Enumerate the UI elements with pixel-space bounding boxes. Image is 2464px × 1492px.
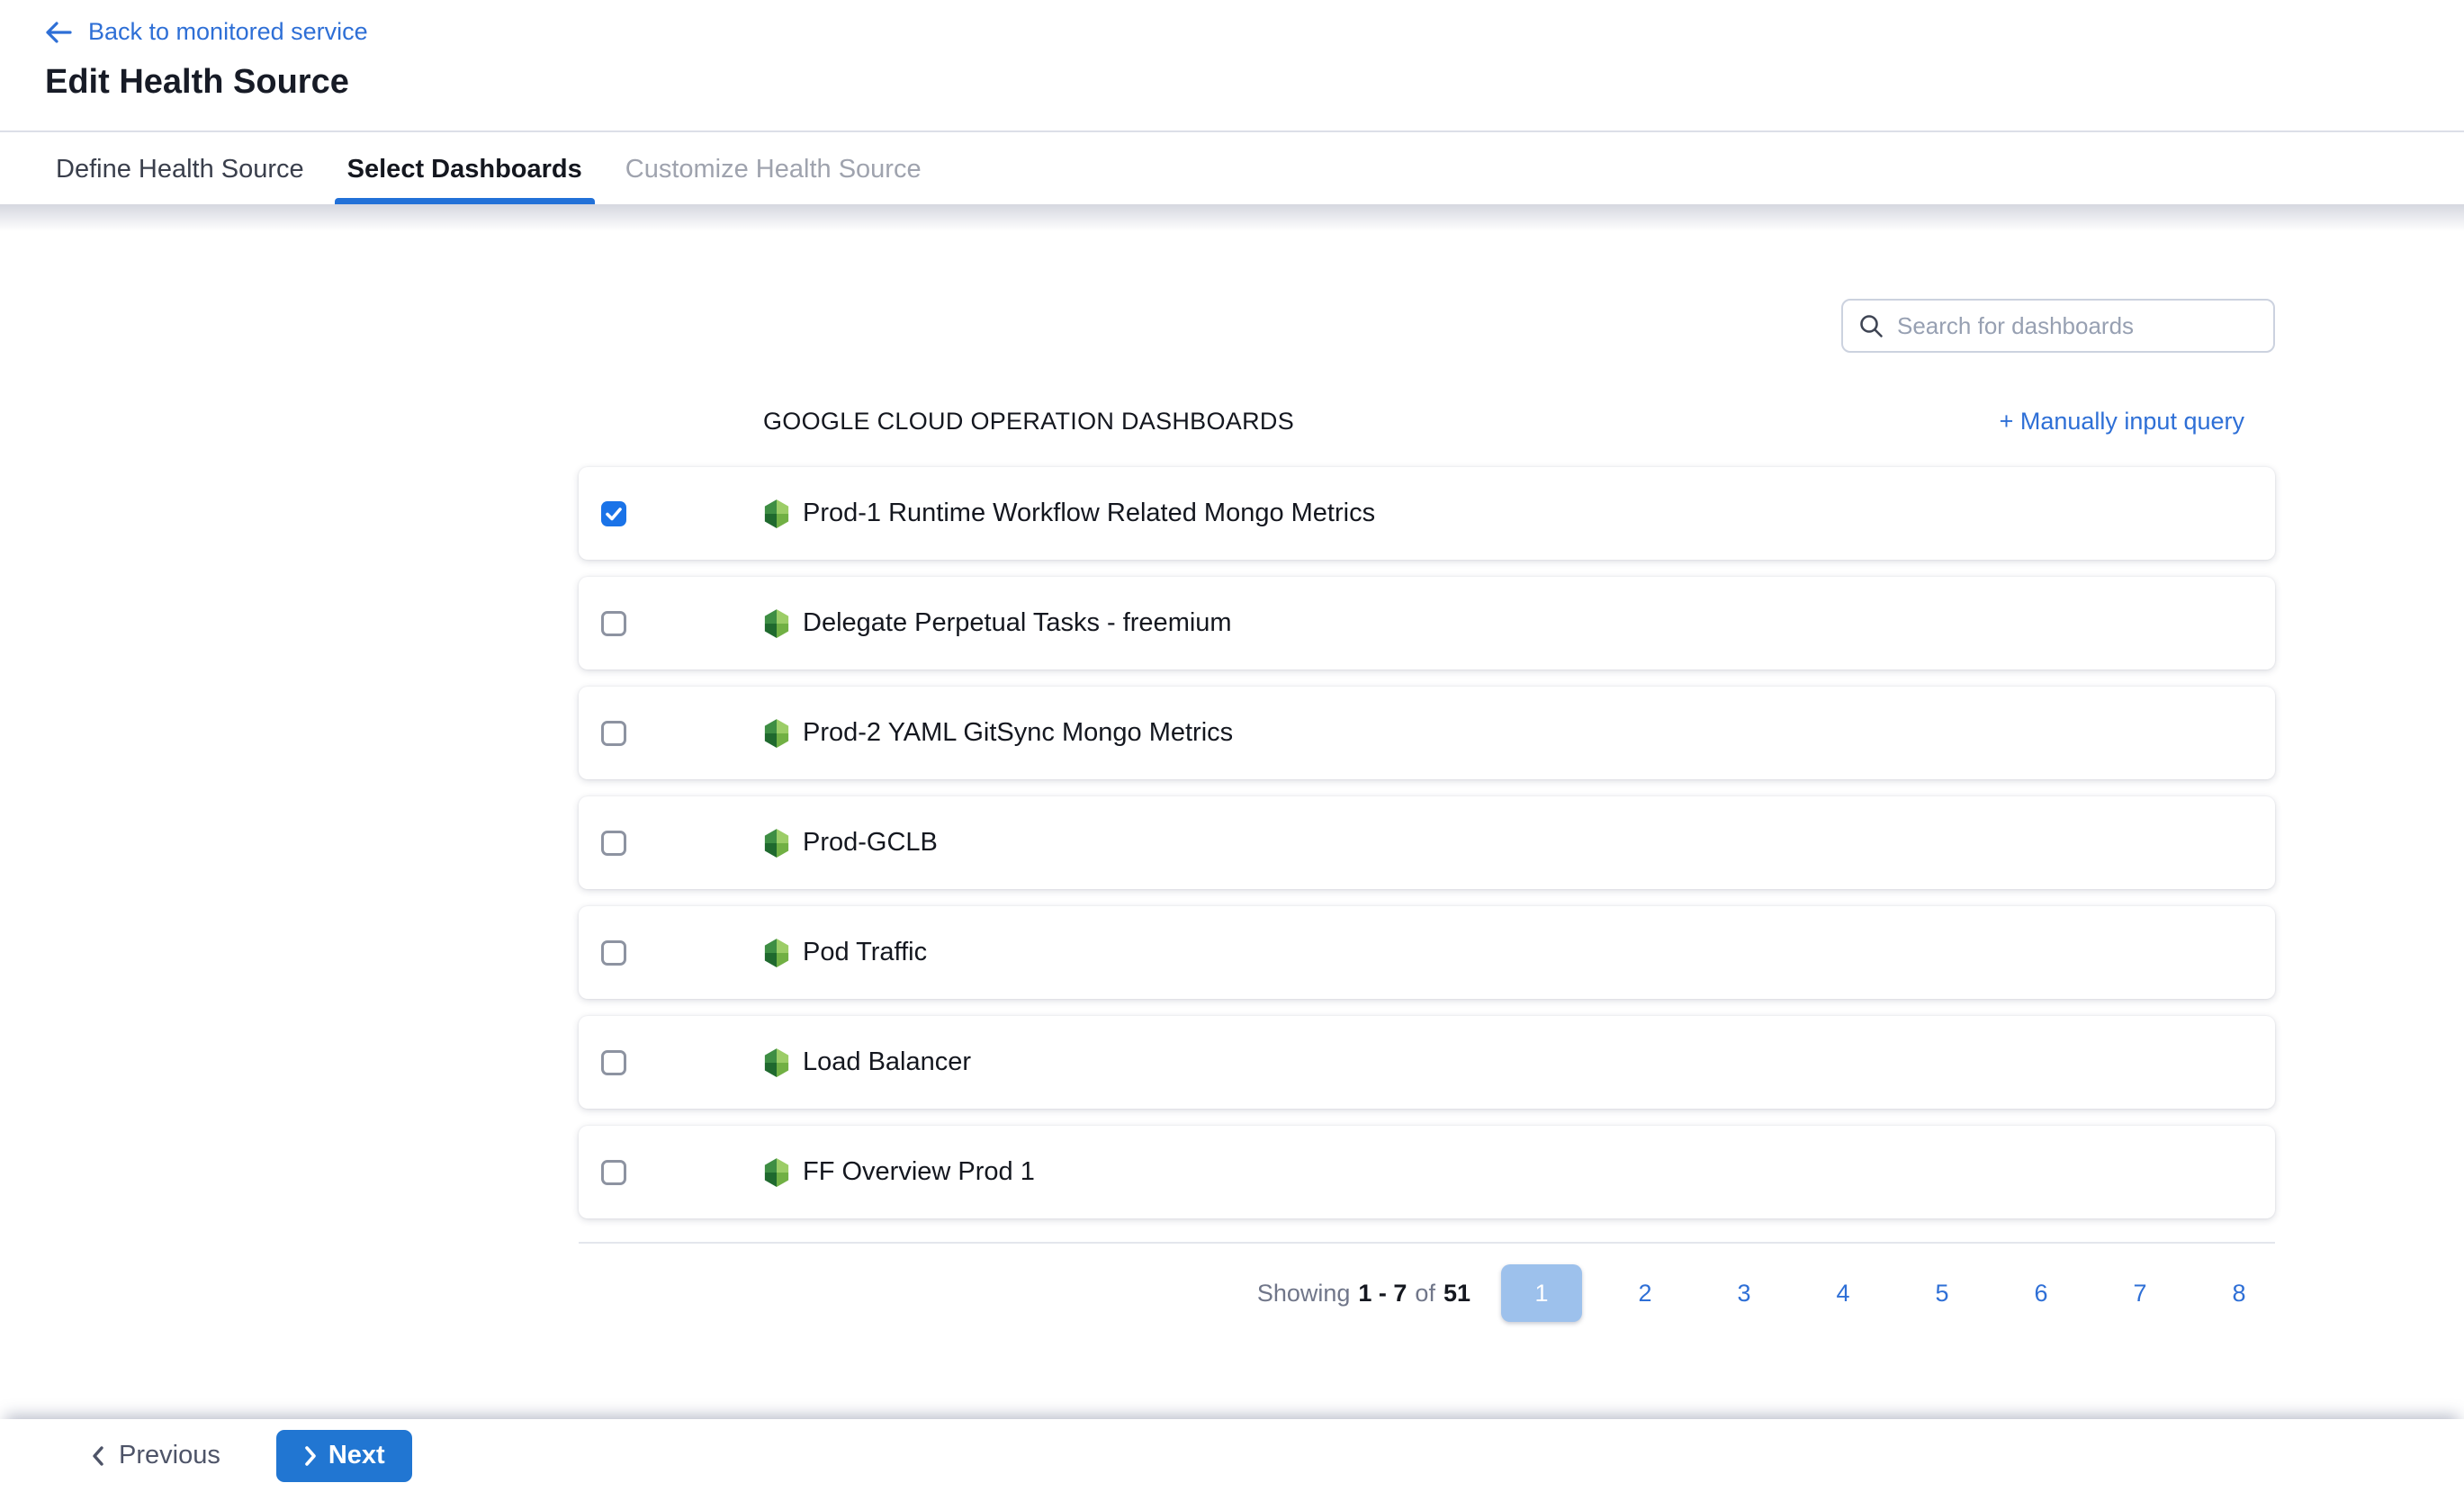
dashboard-hexagon-icon — [763, 828, 790, 858]
page-link-2[interactable]: 2 — [1609, 1280, 1681, 1308]
page-link-4[interactable]: 4 — [1807, 1280, 1879, 1308]
footer-bar: Previous Next — [0, 1419, 2464, 1492]
tab-select-dashboards[interactable]: Select Dashboards — [335, 134, 595, 204]
pagination: Showing 1 - 7 of 51 12345678 — [579, 1263, 2275, 1323]
page-link-1[interactable]: 1 — [1501, 1264, 1582, 1322]
page-link-5[interactable]: 5 — [1906, 1280, 1978, 1308]
tab-define-health-source[interactable]: Define Health Source — [43, 134, 317, 204]
checkbox-unchecked[interactable] — [601, 611, 626, 636]
page-link-8[interactable]: 8 — [2203, 1280, 2275, 1308]
checkbox-checked[interactable] — [601, 501, 626, 526]
tab-bar: Define Health Source Select Dashboards Cus… — [0, 134, 2464, 204]
pagination-summary: Showing 1 - 7 of 51 — [1257, 1280, 1470, 1308]
dashboard-label: FF Overview Prod 1 — [803, 1157, 1035, 1187]
of-label: of — [1415, 1280, 1435, 1308]
next-button[interactable]: Next — [276, 1430, 412, 1482]
section-header-row: GOOGLE CLOUD OPERATION DASHBOARDS + Manu… — [763, 403, 2275, 439]
dashboard-hexagon-icon — [763, 938, 790, 968]
dashboard-row-prod-2-yaml-gitsync-mongo-metrics[interactable]: Prod-2 YAML GitSync Mongo Metrics — [579, 687, 2275, 779]
page-link-3[interactable]: 3 — [1708, 1280, 1780, 1308]
dashboard-row-delegate-perpetual-tasks-freemium[interactable]: Delegate Perpetual Tasks - freemium — [579, 577, 2275, 670]
page: Back to monitored service Edit Health So… — [0, 0, 2464, 1492]
dashboard-label: Load Balancer — [803, 1047, 971, 1077]
dashboard-label: Prod-2 YAML GitSync Mongo Metrics — [803, 718, 1233, 748]
checkbox-unchecked[interactable] — [601, 940, 626, 966]
page-link-7[interactable]: 7 — [2104, 1280, 2176, 1308]
dashboard-hexagon-icon — [763, 1157, 790, 1188]
page-title: Edit Health Source — [45, 63, 349, 102]
page-links: 12345678 — [1501, 1264, 2275, 1322]
dashboard-label: Delegate Perpetual Tasks - freemium — [803, 608, 1232, 638]
showing-range: 1 - 7 — [1358, 1280, 1407, 1308]
dashboard-hexagon-icon — [763, 1047, 790, 1078]
search-icon — [1857, 312, 1884, 339]
showing-label: Showing — [1257, 1280, 1351, 1308]
dashboard-label: Pod Traffic — [803, 938, 927, 967]
checkbox-unchecked[interactable] — [601, 831, 626, 856]
dashboard-hexagon-icon — [763, 608, 790, 639]
chevron-left-icon — [90, 1443, 106, 1469]
page-header: Back to monitored service Edit Health So… — [0, 0, 2464, 132]
back-arrow-icon — [43, 20, 74, 45]
tab-customize-health-source[interactable]: Customize Health Source — [613, 134, 934, 204]
back-to-monitored-service-link[interactable]: Back to monitored service — [43, 18, 368, 46]
checkbox-unchecked[interactable] — [601, 1050, 626, 1075]
dashboard-list: Prod-1 Runtime Workflow Related Mongo Me… — [579, 467, 2275, 1236]
dashboard-label: Prod-GCLB — [803, 828, 938, 858]
dashboard-hexagon-icon — [763, 718, 790, 749]
dashboard-label: Prod-1 Runtime Workflow Related Mongo Me… — [803, 499, 1375, 528]
showing-total: 51 — [1443, 1280, 1470, 1308]
page-link-6[interactable]: 6 — [2005, 1280, 2077, 1308]
next-button-label: Next — [328, 1441, 385, 1470]
dashboard-row-prod-gclb[interactable]: Prod-GCLB — [579, 796, 2275, 889]
section-title: GOOGLE CLOUD OPERATION DASHBOARDS — [763, 408, 1294, 436]
previous-button-label: Previous — [119, 1441, 220, 1470]
dashboard-hexagon-icon — [763, 499, 790, 529]
back-link-label: Back to monitored service — [88, 18, 368, 46]
chevron-right-icon — [303, 1444, 318, 1468]
dashboard-row-load-balancer[interactable]: Load Balancer — [579, 1016, 2275, 1109]
dashboard-row-pod-traffic[interactable]: Pod Traffic — [579, 906, 2275, 999]
search-input[interactable] — [1897, 312, 2259, 340]
dashboard-row-ff-overview-prod-1[interactable]: FF Overview Prod 1 — [579, 1126, 2275, 1218]
dashboard-row-prod-1-runtime-workflow-related-mongo-metrics[interactable]: Prod-1 Runtime Workflow Related Mongo Me… — [579, 467, 2275, 560]
checkbox-unchecked[interactable] — [601, 1160, 626, 1185]
checkbox-unchecked[interactable] — [601, 721, 626, 746]
dashboard-search-box — [1841, 299, 2275, 353]
list-bottom-divider — [579, 1242, 2275, 1244]
previous-button[interactable]: Previous — [90, 1441, 220, 1470]
manually-input-query-link[interactable]: + Manually input query — [2000, 408, 2244, 436]
